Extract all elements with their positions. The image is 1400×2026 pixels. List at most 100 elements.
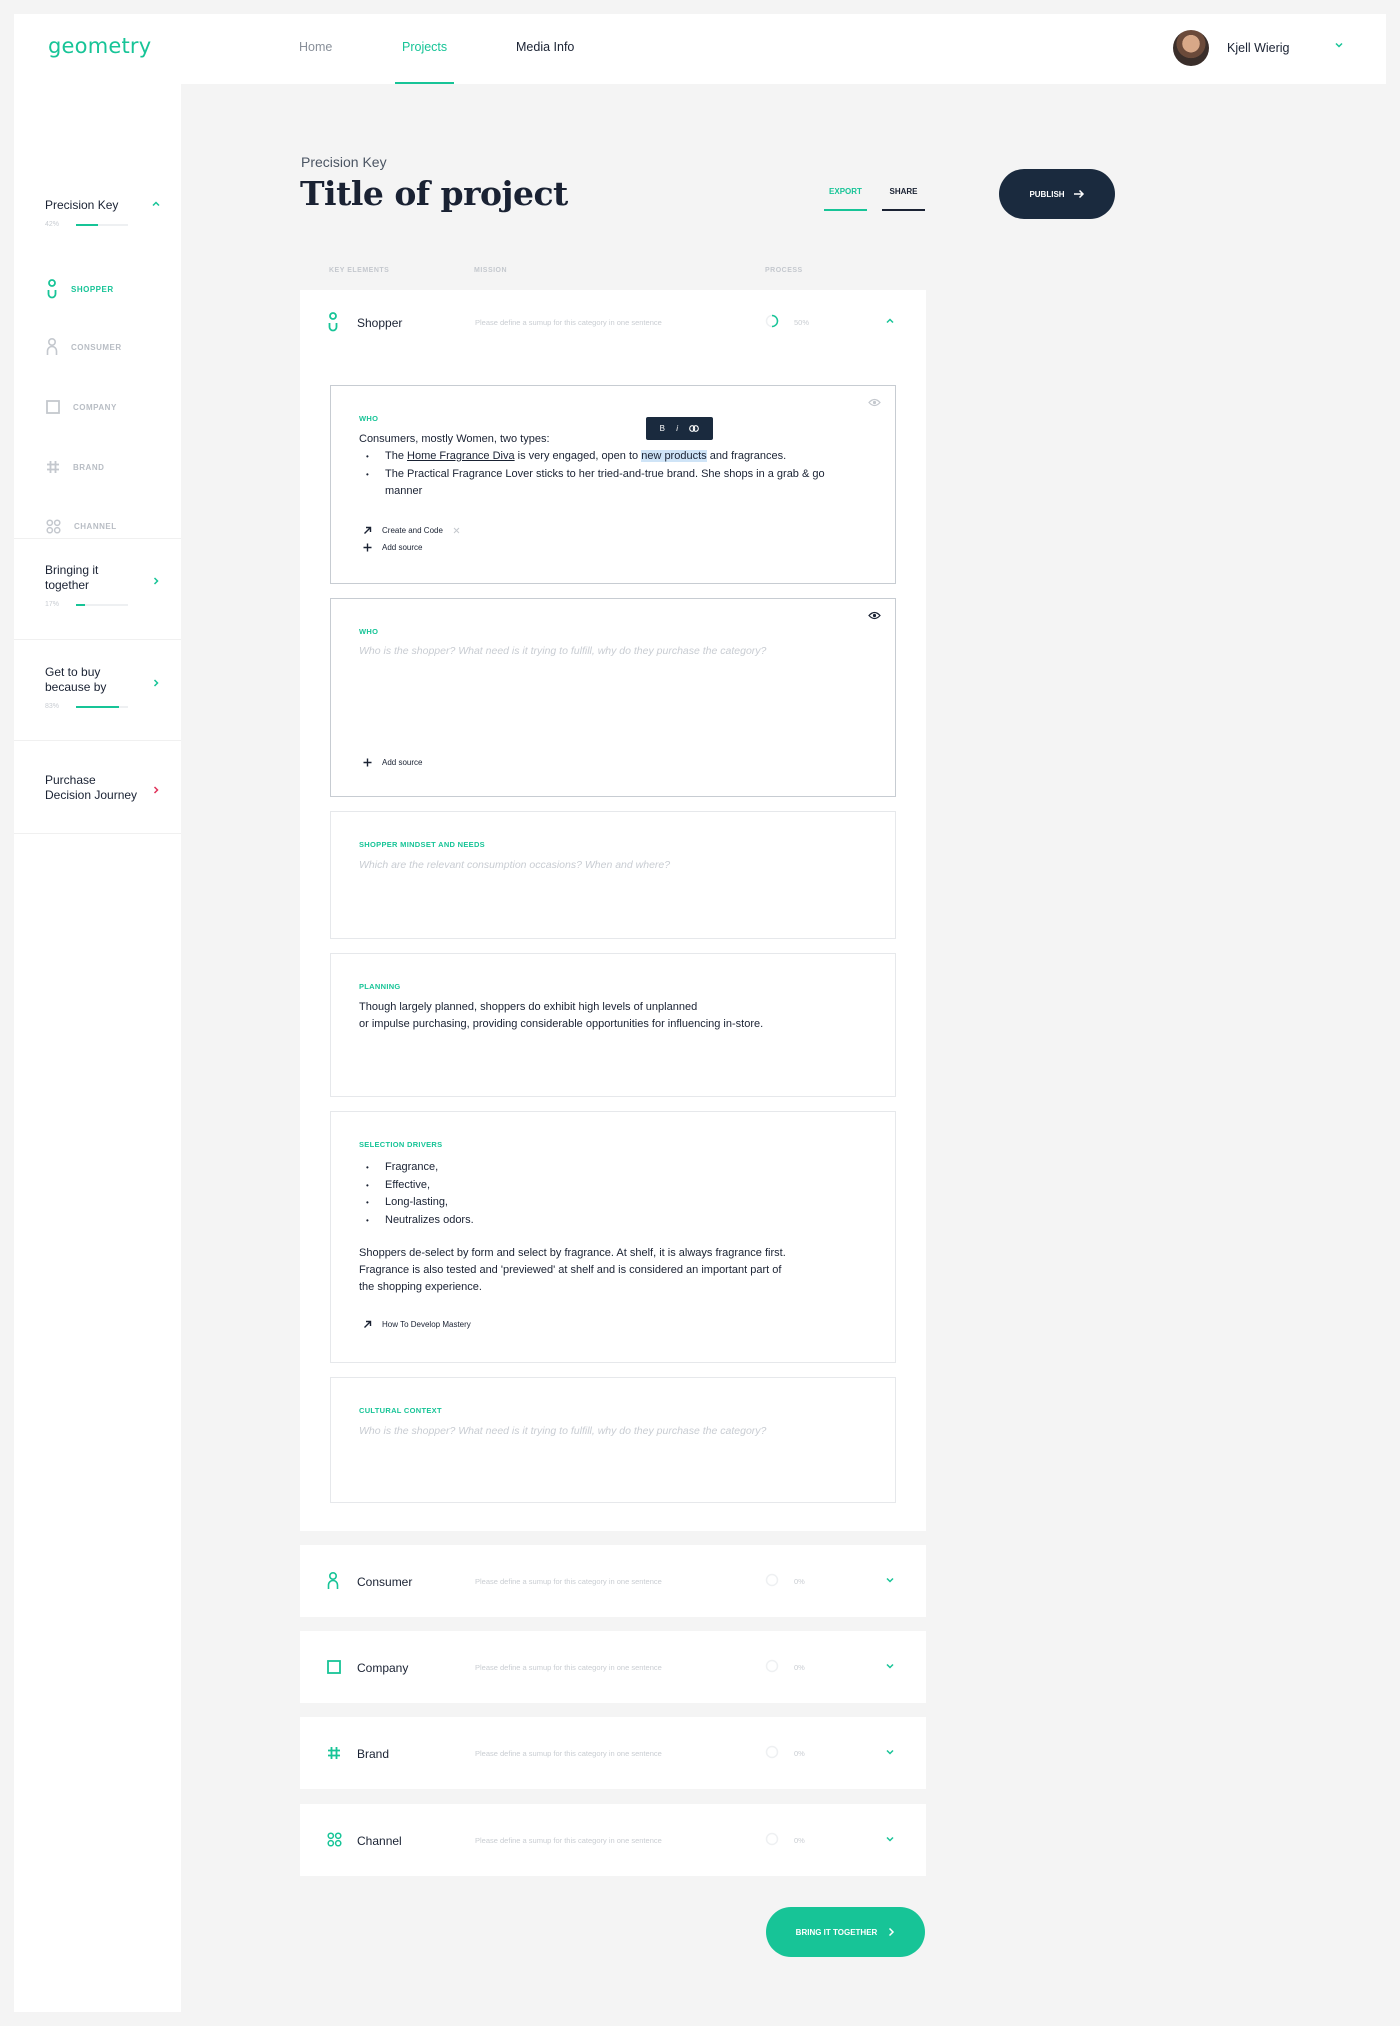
hash-icon (328, 1747, 340, 1759)
card-text-line[interactable]: Though largely planned, shoppers do exhi… (359, 999, 697, 1017)
user-name[interactable]: Kjell Wierig (1227, 41, 1290, 55)
export-tab[interactable]: EXPORT (824, 187, 867, 211)
chevron-down-icon[interactable] (885, 1747, 895, 1757)
eye-icon[interactable] (868, 398, 881, 407)
bring-it-together-button[interactable]: BRING IT TOGETHER (766, 1907, 925, 1957)
list-item: The Practical Fragrance Lover sticks to … (359, 466, 859, 501)
progress-ring-icon (765, 314, 779, 328)
add-source-button[interactable]: Add source (363, 543, 422, 552)
category-mission-input[interactable]: Please define a sumup for this category … (475, 1577, 662, 1586)
chevron-up-icon[interactable] (885, 316, 895, 326)
card-text-line[interactable]: Shoppers de-select by form and select by… (359, 1245, 786, 1263)
column-header-key-elements: KEY ELEMENTS (329, 267, 390, 274)
sidebar-item-consumer[interactable]: CONSUMER (46, 337, 122, 357)
chevron-right-icon[interactable] (151, 785, 161, 795)
sidebar-progress-percent: 42% (45, 221, 60, 228)
add-source-label: Add source (382, 758, 423, 767)
bullet-list[interactable]: The Home Fragrance Diva is very engaged,… (359, 448, 859, 501)
source-item[interactable]: Create and Code (363, 526, 460, 535)
card-text-line[interactable]: or impulse purchasing, providing conside… (359, 1016, 763, 1034)
add-source-button[interactable]: Add source (363, 758, 422, 767)
sidebar-section-title[interactable]: Precision Key (45, 198, 118, 213)
text-link[interactable]: Home Fragrance Diva (407, 450, 515, 462)
category-row-brand[interactable]: Brand Please define a sumup for this cat… (300, 1717, 926, 1789)
chevron-down-icon[interactable] (885, 1834, 895, 1844)
card-placeholder[interactable]: Who is the shopper? What need is it tryi… (359, 1425, 766, 1437)
sidebar-item-shopper[interactable]: SHOPPER (46, 279, 114, 299)
close-icon[interactable] (453, 527, 460, 534)
sidebar-item-company[interactable]: COMPANY (46, 397, 117, 417)
list-item: Fragrance, (359, 1159, 474, 1177)
category-mission-input[interactable]: Please define a sumup for this category … (475, 1836, 662, 1845)
arrow-right-icon (1073, 189, 1084, 199)
share-tab[interactable]: SHARE (882, 187, 925, 211)
project-eyebrow: Precision Key (301, 154, 387, 170)
chevron-down-icon[interactable] (1334, 40, 1344, 50)
shopper-icon (47, 279, 57, 299)
card-shopper-mindset[interactable]: SHOPPER MINDSET AND NEEDS Which are the … (330, 811, 896, 939)
sidebar-progress-percent: 17% (45, 601, 60, 608)
category-percent: 0% (794, 1663, 805, 1672)
source-label: How To Develop Mastery (382, 1320, 471, 1329)
list-item: Effective, (359, 1177, 474, 1195)
chevron-down-icon[interactable] (885, 1661, 895, 1671)
card-text-line[interactable]: Fragrance is also tested and 'previewed'… (359, 1262, 781, 1280)
chevron-down-icon[interactable] (885, 1575, 895, 1585)
card-cultural-context[interactable]: CULTURAL CONTEXT Who is the shopper? Wha… (330, 1377, 896, 1503)
card-who-edit[interactable]: WHO B i Consumers, mostly Women, two typ… (330, 385, 896, 584)
card-who-empty[interactable]: WHO Who is the shopper? What need is it … (330, 598, 896, 797)
category-row-consumer[interactable]: Consumer Please define a sumup for this … (300, 1545, 926, 1617)
sidebar-progress-bar (76, 706, 128, 708)
user-avatar[interactable] (1173, 30, 1209, 66)
category-row-channel[interactable]: Channel Please define a sumup for this c… (300, 1804, 926, 1876)
category-mission-input[interactable]: Please define a sumup for this category … (475, 318, 662, 327)
bullet-list[interactable]: Fragrance, Effective, Long-lasting, Neut… (359, 1159, 474, 1229)
geometry-logo[interactable]: geometry (48, 34, 151, 58)
category-title: Channel (357, 1834, 402, 1848)
progress-ring-icon (765, 1573, 779, 1587)
channel-icon (46, 518, 61, 534)
card-label: SHOPPER MINDSET AND NEEDS (359, 840, 485, 849)
card-planning[interactable]: PLANNING Though largely planned, shopper… (330, 953, 896, 1097)
nav-active-indicator (395, 82, 454, 84)
italic-button[interactable]: i (676, 424, 678, 433)
publish-button[interactable]: PUBLISH (999, 169, 1115, 219)
sidebar-section-purchase-decision-journey[interactable]: Purchase Decision Journey (14, 741, 181, 834)
eye-icon[interactable] (868, 611, 881, 620)
chevron-right-icon[interactable] (151, 678, 161, 688)
chevron-up-icon[interactable] (151, 199, 161, 209)
nav-home[interactable]: Home (299, 40, 332, 54)
top-navigation-bar: geometry Home Projects Media Info Kjell … (14, 14, 1386, 84)
category-mission-input[interactable]: Please define a sumup for this category … (475, 1749, 662, 1758)
chevron-right-icon[interactable] (151, 576, 161, 586)
nav-media-info[interactable]: Media Info (516, 40, 574, 54)
link-icon[interactable] (689, 425, 700, 432)
category-percent: 50% (794, 318, 810, 327)
bring-it-together-label: BRING IT TOGETHER (795, 1927, 878, 1937)
category-title: Company (357, 1661, 409, 1675)
progress-ring-icon (765, 1659, 779, 1673)
card-placeholder[interactable]: Which are the relevant consumption occas… (359, 859, 670, 871)
card-placeholder[interactable]: Who is the shopper? What need is it tryi… (359, 645, 766, 657)
category-mission-input[interactable]: Please define a sumup for this category … (475, 1663, 662, 1672)
category-percent: 0% (794, 1836, 805, 1845)
category-title: Consumer (357, 1575, 413, 1589)
card-text-line[interactable]: the shopping experience. (359, 1279, 482, 1297)
source-item[interactable]: How To Develop Mastery (363, 1320, 471, 1329)
card-selection-drivers[interactable]: SELECTION DRIVERS Fragrance, Effective, … (330, 1111, 896, 1363)
column-header-mission: MISSION (474, 267, 508, 274)
sidebar-item-brand[interactable]: BRAND (46, 457, 104, 477)
chevron-right-icon (889, 1927, 895, 1937)
sidebar-progress-bar (76, 604, 128, 606)
sidebar-item-channel[interactable]: CHANNEL (46, 516, 117, 536)
category-row-company[interactable]: Company Please define a sumup for this c… (300, 1631, 926, 1703)
channel-icon (327, 1832, 342, 1847)
sidebar-section-get-to-buy[interactable]: Get to buy because by 83% (14, 640, 181, 741)
sidebar-section-title: Get to buy because by (45, 665, 107, 694)
sidebar-section-bringing-together[interactable]: Bringing it together 17% (14, 539, 181, 640)
bold-button[interactable]: B (660, 424, 665, 433)
nav-projects[interactable]: Projects (402, 40, 447, 54)
category-title[interactable]: Shopper (357, 316, 402, 330)
card-label: WHO (359, 414, 379, 423)
card-text[interactable]: Consumers, mostly Women, two types: (359, 431, 550, 449)
